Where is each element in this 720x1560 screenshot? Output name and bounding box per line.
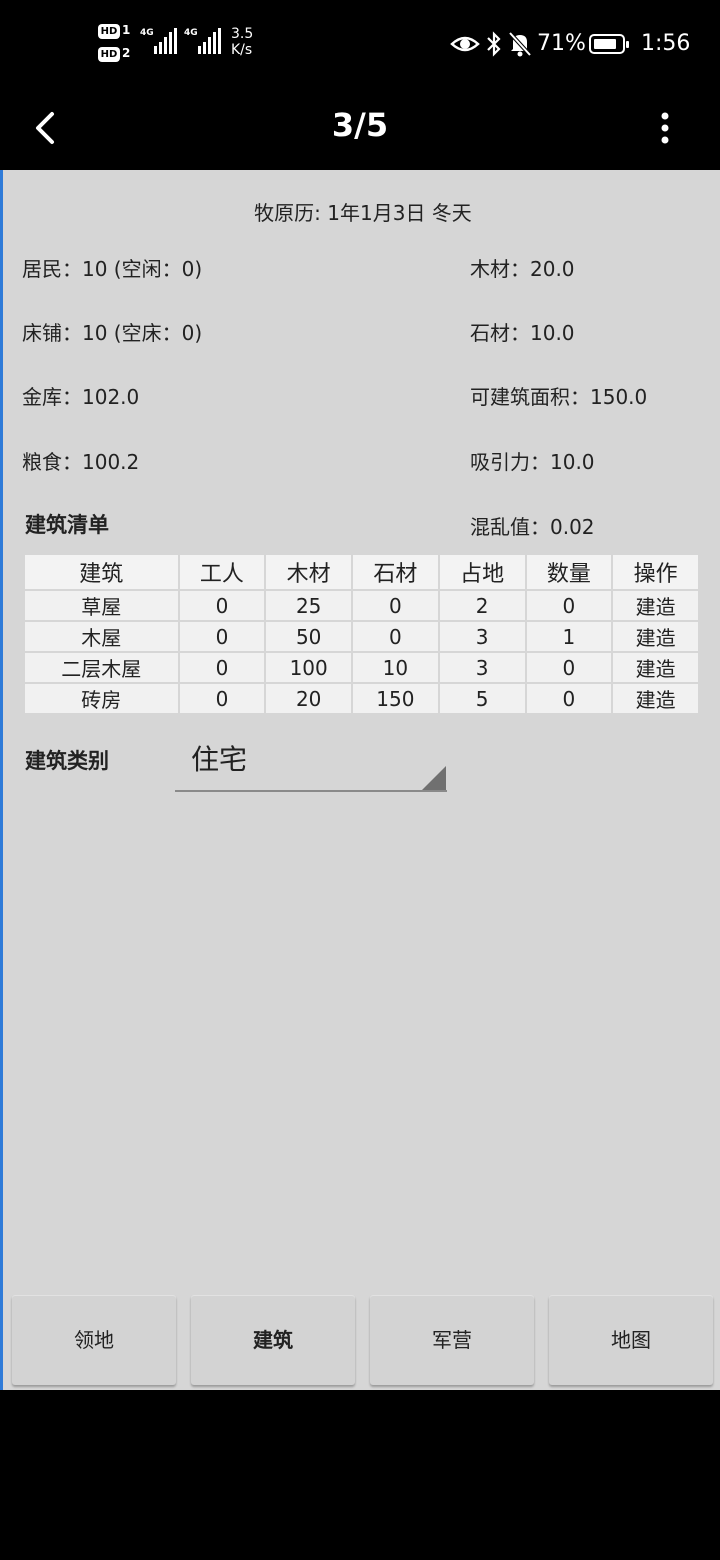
cell-building-name: 砖房 (23, 682, 180, 715)
tab-building[interactable]: 建筑 (191, 1295, 355, 1385)
stat-buildable-area: 可建筑面积：150.0 (470, 385, 648, 409)
building-category-dropdown[interactable]: 住宅 (175, 730, 447, 792)
cell-building-name: 草屋 (23, 589, 180, 622)
col-count: 数量 (524, 553, 614, 591)
net-type-1: 4G (140, 28, 154, 38)
cell-building-name: 二层木屋 (23, 651, 180, 684)
table-header-row: 建筑 工人 木材 石材 占地 数量 操作 (23, 553, 700, 591)
cell-stone: 10 (351, 651, 440, 684)
cell-wood: 25 (264, 589, 354, 622)
speed-value: 3.5 (231, 26, 254, 42)
build-button[interactable]: 建造 (611, 589, 700, 622)
tab-map[interactable]: 地图 (549, 1295, 713, 1385)
system-nav-area (0, 1390, 720, 1560)
stat-beds: 床铺：10 (空床：0) (22, 321, 203, 345)
cell-area: 5 (437, 682, 527, 715)
net-type-2: 4G (184, 28, 198, 38)
cell-area: 2 (437, 589, 527, 622)
table-row: 木屋 0 50 0 3 1 建造 (23, 620, 700, 653)
cell-stone: 150 (351, 682, 440, 715)
building-table: 建筑 工人 木材 石材 占地 数量 操作 草屋 0 25 0 2 0 建造 木屋… (23, 553, 700, 715)
table-row: 砖房 0 20 150 5 0 建造 (23, 682, 700, 715)
cell-count: 0 (524, 651, 614, 684)
cell-wood: 100 (264, 651, 354, 684)
battery-icon (589, 34, 629, 54)
hd-badge-1: HD (98, 24, 120, 39)
stat-food: 粮食：100.2 (22, 450, 140, 474)
network-speed: 3.5 K/s (231, 26, 253, 58)
status-bar: HD 1 HD 2 4G 4G 3.5 K/s 71% 1:56 (0, 0, 720, 88)
bluetooth-icon (487, 31, 501, 57)
page-title: 3/5 (331, 106, 389, 144)
stat-attraction: 吸引力：10.0 (470, 450, 595, 474)
col-stone: 石材 (351, 553, 440, 591)
mute-bell-icon (508, 31, 532, 57)
hd-badge-2: HD (98, 47, 120, 62)
calendar-date: 牧原历: 1年1月3日 冬天 (254, 201, 472, 225)
speed-unit: K/s (231, 42, 253, 58)
cell-workers: 0 (177, 589, 267, 622)
stat-chaos: 混乱值：0.02 (470, 515, 595, 539)
col-area: 占地 (437, 553, 527, 591)
build-button[interactable]: 建造 (611, 651, 700, 684)
col-workers: 工人 (177, 553, 267, 591)
building-category-label: 建筑类别 (25, 749, 109, 773)
cell-stone: 0 (351, 589, 440, 622)
dropdown-selected-value: 住宅 (191, 743, 248, 776)
battery-percent: 71% (537, 31, 586, 56)
cell-count: 0 (524, 682, 614, 715)
col-building: 建筑 (23, 553, 180, 591)
main-content: 牧原历: 1年1月3日 冬天 居民：10 (空闲：0) 床铺：10 (空床：0)… (0, 170, 720, 1390)
clock: 1:56 (641, 31, 691, 56)
building-list-heading: 建筑清单 (25, 513, 109, 537)
signal-icon-2: 4G (184, 28, 224, 54)
tab-territory[interactable]: 领地 (12, 1295, 176, 1385)
stat-treasury: 金库：102.0 (22, 385, 140, 409)
col-wood: 木材 (264, 553, 354, 591)
col-action: 操作 (611, 553, 700, 591)
cell-building-name: 木屋 (23, 620, 180, 653)
build-button[interactable]: 建造 (611, 682, 700, 715)
stat-residents: 居民：10 (空闲：0) (22, 257, 203, 281)
cell-workers: 0 (177, 651, 267, 684)
stat-wood: 木材：20.0 (470, 257, 575, 281)
sim2-number: 2 (122, 46, 131, 60)
signal-icon-1: 4G (140, 28, 180, 54)
tab-barracks[interactable]: 军营 (370, 1295, 534, 1385)
eye-icon (450, 36, 480, 52)
cell-wood: 50 (264, 620, 354, 653)
cell-area: 3 (437, 651, 527, 684)
cell-stone: 0 (351, 620, 440, 653)
dropdown-arrow-icon (422, 766, 446, 790)
cell-workers: 0 (177, 620, 267, 653)
cell-count: 0 (524, 589, 614, 622)
cell-workers: 0 (177, 682, 267, 715)
cell-count: 1 (524, 620, 614, 653)
dual-sim-indicator: HD 1 HD 2 (98, 23, 134, 64)
cell-area: 3 (437, 620, 527, 653)
table-row: 二层木屋 0 100 10 3 0 建造 (23, 651, 700, 684)
build-button[interactable]: 建造 (611, 620, 700, 653)
stat-stone: 石材：10.0 (470, 321, 575, 345)
more-options-icon[interactable] (650, 108, 680, 148)
app-title-bar: 3/5 (0, 88, 720, 170)
sim1-number: 1 (122, 23, 131, 37)
cell-wood: 20 (264, 682, 354, 715)
table-row: 草屋 0 25 0 2 0 建造 (23, 589, 700, 622)
